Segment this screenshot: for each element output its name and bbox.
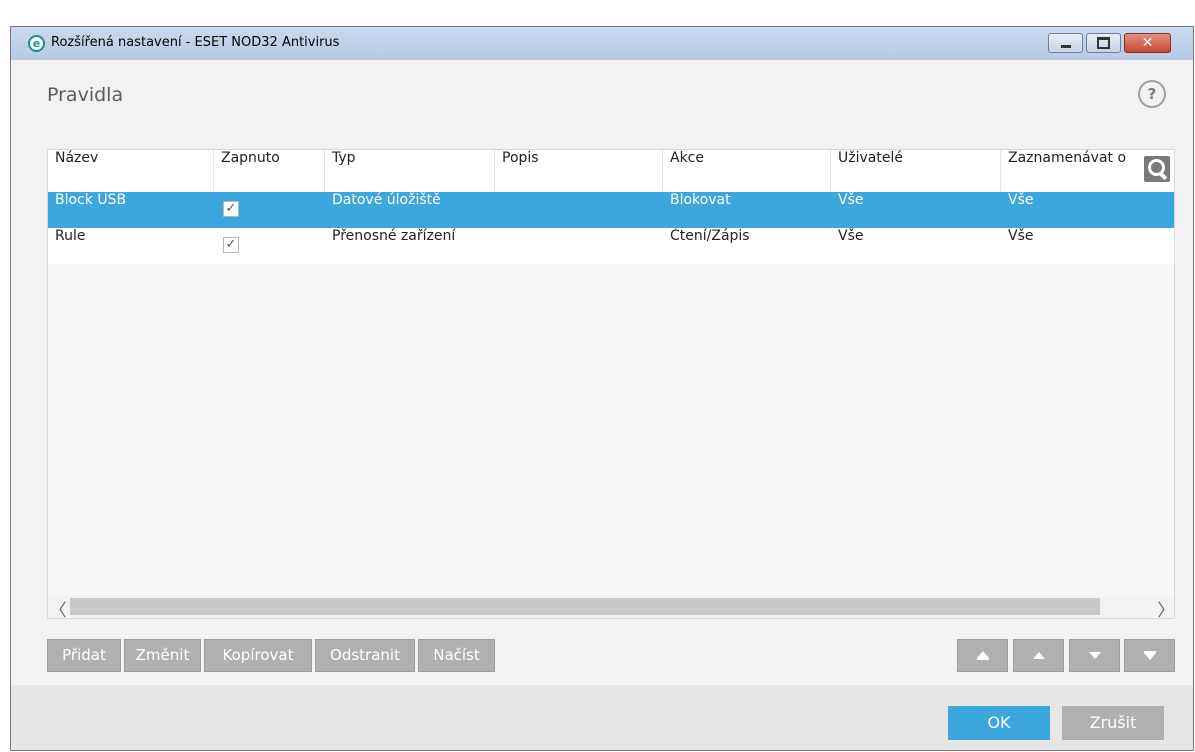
cell-action: Blokovat <box>670 192 731 208</box>
table-header: Název Zapnuto Typ Popis Akce Uživatelé Z… <box>48 150 1174 193</box>
search-icon[interactable] <box>1144 156 1170 182</box>
minimize-button[interactable] <box>1048 33 1083 53</box>
cell-name: Rule <box>55 228 86 244</box>
column-header-name[interactable]: Název <box>48 150 214 192</box>
column-header-action[interactable]: Akce <box>663 150 831 192</box>
move-down-button[interactable] <box>1069 639 1120 672</box>
column-header-type[interactable]: Typ <box>325 150 495 192</box>
cell-action: Čtení/Zápis <box>670 228 750 244</box>
cancel-button[interactable]: Zrušit <box>1062 706 1164 740</box>
scroll-left-icon[interactable]: 〈 <box>48 596 68 618</box>
move-down-icon <box>1070 640 1119 671</box>
cell-log: Vše <box>1008 228 1034 244</box>
scrollbar-thumb[interactable] <box>70 598 1100 615</box>
move-to-bottom-button[interactable] <box>1124 639 1175 672</box>
enabled-checkbox[interactable]: ✓ <box>223 237 239 253</box>
cell-log: Vše <box>1008 192 1034 208</box>
cell-type: Přenosné zařízení <box>332 228 456 244</box>
title-bar[interactable]: e Rozšířená nastavení - ESET NOD32 Antiv… <box>10 26 1194 60</box>
column-header-log[interactable]: Zaznamenávat o <box>1001 150 1144 192</box>
add-button[interactable]: Přidat <box>47 639 121 672</box>
maximize-icon <box>1097 37 1110 49</box>
cell-type: Datové úložiště <box>332 192 441 208</box>
move-bottom-icon <box>1125 640 1174 671</box>
load-button[interactable]: Načíst <box>418 639 495 672</box>
window-title: Rozšířená nastavení - ESET NOD32 Antivir… <box>51 35 340 50</box>
move-top-icon <box>958 640 1007 671</box>
header-area <box>11 60 1193 130</box>
column-header-users[interactable]: Uživatelé <box>831 150 1001 192</box>
move-up-button[interactable] <box>1013 639 1064 672</box>
scroll-right-icon[interactable]: 〉 <box>1156 596 1175 618</box>
table-row[interactable]: Rule ✓ Přenosné zařízení Čtení/Zápis Vše… <box>48 228 1174 264</box>
enabled-checkbox[interactable]: ✓ <box>223 201 239 217</box>
rules-table: Název Zapnuto Typ Popis Akce Uživatelé Z… <box>47 149 1175 619</box>
move-up-icon <box>1014 640 1063 671</box>
cell-name: Block USB <box>55 192 127 208</box>
move-to-top-button[interactable] <box>957 639 1008 672</box>
ok-button[interactable]: OK <box>948 706 1050 740</box>
cell-users: Vše <box>838 192 864 208</box>
minimize-icon <box>1060 44 1071 48</box>
cell-description <box>495 228 663 264</box>
close-button[interactable]: ✕ <box>1124 33 1171 53</box>
delete-button[interactable]: Odstranit <box>315 639 415 672</box>
cell-users: Vše <box>838 228 864 244</box>
table-row[interactable]: Block USB ✓ Datové úložiště Blokovat Vše… <box>48 192 1174 228</box>
maximize-button[interactable] <box>1086 33 1121 53</box>
page-title: Pravidla <box>47 84 124 106</box>
edit-button[interactable]: Změnit <box>124 639 201 672</box>
eset-logo-icon: e <box>28 35 45 52</box>
column-header-description[interactable]: Popis <box>495 150 663 192</box>
cell-description <box>495 192 663 228</box>
horizontal-scrollbar[interactable]: 〈 〉 <box>48 596 1175 618</box>
close-icon: ✕ <box>1141 35 1154 51</box>
column-header-enabled[interactable]: Zapnuto <box>214 150 325 192</box>
help-icon[interactable]: ? <box>1138 80 1166 108</box>
copy-button[interactable]: Kopírovat <box>204 639 312 672</box>
